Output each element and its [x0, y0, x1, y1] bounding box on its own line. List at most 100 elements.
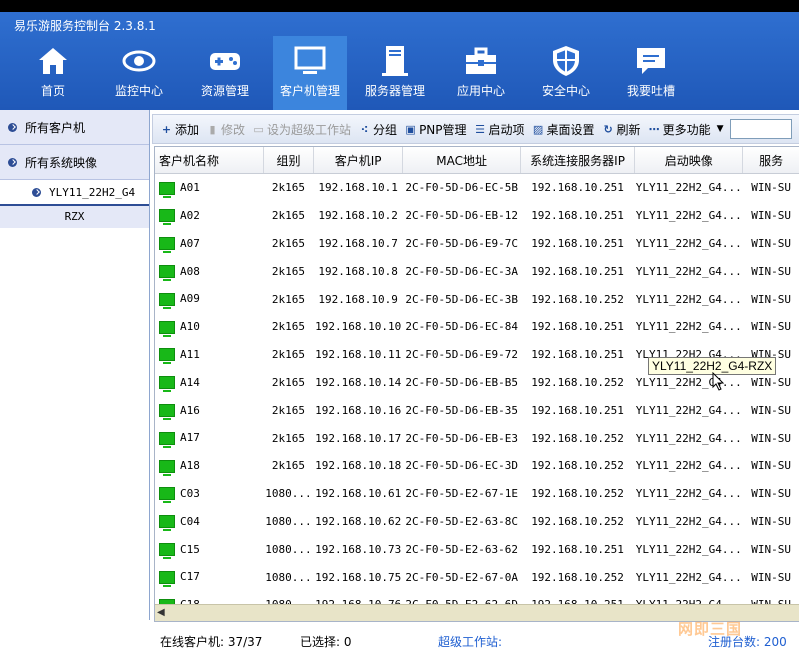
nav-item-7[interactable]: 我要吐槽	[614, 36, 688, 110]
table-cell: 2k165	[271, 181, 306, 195]
table-cell: 192.168.10.251	[531, 236, 624, 250]
table-row[interactable]: A17 2k165 192.168.10.17 2C-F0-5D-D6-EB-E3 19…	[155, 424, 799, 452]
table-cell: C03	[155, 480, 264, 508]
set-super-workstation-button[interactable]: ▭ 设为超级工作站	[253, 121, 351, 138]
more-label: 更多功能	[662, 122, 711, 137]
desktop-settings-button[interactable]: ▨ 桌面设置	[533, 121, 595, 138]
nav-item-5[interactable]: 应用中心	[444, 36, 518, 110]
table-row[interactable]: A18 2k165 192.168.10.18 2C-F0-5D-D6-EC-3D 19…	[155, 452, 799, 480]
table-row[interactable]: A09 2k165 192.168.10.9 2C-F0-5D-D6-EC-3B 192…	[155, 285, 799, 313]
table-cell: YLY11_22H2_G4...	[635, 209, 742, 223]
table-cell: YLY11_22H2_G4...	[635, 542, 742, 556]
table-row[interactable]: C17 1080... 192.168.10.75 2C-F0-5D-E2-67-0A…	[155, 563, 799, 591]
refresh-button[interactable]: ↻ 刷新	[603, 121, 641, 138]
column-header[interactable]: 服务	[742, 147, 799, 174]
table-cell: WIN-SU	[751, 487, 791, 501]
table-cell: 192.168.10.251	[531, 403, 624, 417]
table-row[interactable]: C15 1080... 192.168.10.73 2C-F0-5D-E2-63-62…	[155, 535, 799, 563]
scroll-left-icon[interactable]: ◀	[157, 607, 165, 618]
sidebar-item-rzx[interactable]: RZX	[0, 206, 149, 228]
table-row[interactable]: A02 2k165 192.168.10.2 2C-F0-5D-D6-EB-12 192…	[155, 202, 799, 230]
computer-online-icon	[159, 265, 175, 282]
table-row[interactable]: A16 2k165 192.168.10.16 2C-F0-5D-D6-EB-35 19…	[155, 396, 799, 424]
table-row[interactable]: A07 2k165 192.168.10.7 2C-F0-5D-D6-E9-7C 192…	[155, 230, 799, 258]
computer-online-icon	[159, 237, 175, 254]
group-button[interactable]: ⁖ 分组	[359, 121, 397, 138]
group-label: 分组	[373, 122, 398, 137]
table-cell: C04	[155, 508, 264, 536]
sidebar-item-image[interactable]: YLY11_22H2_G4	[0, 180, 149, 206]
table-cell: 2C-F0-5D-D6-EB-35	[405, 403, 518, 417]
computer-online-icon	[159, 348, 175, 365]
sidebar-item-all-clients[interactable]: 所有客户机	[0, 110, 149, 145]
chevron-circle-icon	[8, 157, 17, 167]
nav-item-3[interactable]: 客户机管理	[273, 36, 347, 110]
table-row[interactable]: C04 1080... 192.168.10.62 2C-F0-5D-E2-63-8C…	[155, 508, 799, 536]
sidebar-item-label: 所有系统映像	[25, 155, 98, 170]
sidebar-item-label: 所有客户机	[25, 120, 86, 135]
add-button[interactable]: + 添加	[161, 121, 199, 138]
refresh-label: 刷新	[616, 122, 641, 137]
app-title: 易乐游服务控制台 2.3.8.1	[14, 19, 156, 33]
sidebar-item-all-images[interactable]: 所有系统映像	[0, 145, 149, 180]
pnp-button[interactable]: ▣ PNP管理	[405, 121, 466, 138]
table-cell: YLY11_22H2_G4...	[635, 181, 742, 195]
table-cell: WIN-SU	[751, 264, 791, 278]
column-header[interactable]: 客户机名称	[155, 147, 265, 174]
table-cell: 192.168.10.251	[531, 264, 624, 278]
table-cell: 2C-F0-5D-E2-63-62	[405, 542, 518, 556]
client-name: A16	[180, 403, 200, 417]
table-row[interactable]: A10 2k165 192.168.10.10 2C-F0-5D-D6-EC-84 19…	[155, 313, 799, 341]
nav-item-6[interactable]: 安全中心	[529, 36, 603, 110]
computer-online-icon	[159, 209, 175, 226]
more-dots-icon: ⋯	[648, 122, 660, 136]
table-cell: 192.168.10.62	[315, 514, 402, 528]
table-cell: 192.168.10.252	[531, 375, 624, 389]
column-header[interactable]: 系统连接服务器IP	[520, 147, 636, 174]
column-header[interactable]: 组别	[263, 147, 314, 174]
nav-item-4[interactable]: 服务器管理	[358, 36, 432, 110]
table-cell: A16	[155, 396, 264, 424]
table-cell: 192.168.10.252	[531, 514, 624, 528]
table-cell: YLY11_22H2_G4...	[635, 403, 742, 417]
nav-item-0[interactable]: 首页	[16, 36, 90, 110]
nav-item-label: 监控中心	[114, 84, 163, 98]
table-cell: YLY11_22H2_G4...	[635, 320, 742, 334]
table-cell: 192.168.10.7	[318, 236, 398, 250]
table-cell: 2C-F0-5D-D6-EC-3B	[405, 292, 518, 306]
table-row[interactable]: C03 1080... 192.168.10.61 2C-F0-5D-E2-67-1E…	[155, 480, 799, 508]
table-cell: A02	[155, 202, 264, 230]
gamepad-icon	[208, 44, 242, 78]
set-super-label: 设为超级工作站	[267, 122, 352, 137]
column-header[interactable]: 客户机IP	[313, 147, 404, 174]
column-header[interactable]: 启动映像	[634, 147, 744, 174]
nav-item-label: 我要吐槽	[626, 84, 675, 98]
table-cell: 2k165	[271, 459, 306, 473]
boot-item-label: 启动项	[488, 122, 525, 137]
main-nav: 首页 监控中心 资源管理 客户机管理 服务器管理 应用中心 安全中心 我要吐槽	[0, 36, 799, 110]
table-cell: 192.168.10.252	[531, 292, 624, 306]
table-cell: 2k165	[271, 431, 306, 445]
nav-item-1[interactable]: 监控中心	[102, 36, 176, 110]
table-row[interactable]: A08 2k165 192.168.10.8 2C-F0-5D-D6-EC-3A 192…	[155, 257, 799, 285]
client-name: C04	[180, 514, 200, 528]
table-cell: A01	[155, 174, 264, 202]
table-cell: 2C-F0-5D-D6-EC-3A	[405, 264, 518, 278]
table-cell: 2C-F0-5D-D6-EB-E3	[405, 431, 518, 445]
table-cell: WIN-SU	[751, 403, 791, 417]
client-name: C15	[180, 542, 200, 556]
client-name: A07	[180, 236, 200, 250]
search-input[interactable]	[729, 119, 792, 139]
super-workstation-link[interactable]: 超级工作站:	[438, 633, 502, 650]
table-row[interactable]: A01 2k165 192.168.10.1 2C-F0-5D-D6-EC-5B 192…	[155, 174, 799, 202]
toolbar: + 添加 ▮ 修改 ▭ 设为超级工作站 ⁖ 分组 ▣ PNP管理 ☰ 启动项 ▨ 桌面设置 ↻…	[152, 114, 799, 144]
table-cell: WIN-SU	[751, 320, 791, 334]
more-functions-button[interactable]: ⋯ 更多功能 ▼	[649, 121, 724, 138]
column-header[interactable]: MAC地址	[402, 147, 521, 174]
table-cell: 2C-F0-5D-D6-EC-84	[405, 320, 518, 334]
table-cell: YLY11_22H2_G4...	[635, 431, 742, 445]
edit-button[interactable]: ▮ 修改	[207, 121, 245, 138]
boot-item-button[interactable]: ☰ 启动项	[475, 121, 525, 138]
nav-item-2[interactable]: 资源管理	[188, 36, 262, 110]
table-cell: YLY11_22H2_G4...	[635, 264, 742, 278]
